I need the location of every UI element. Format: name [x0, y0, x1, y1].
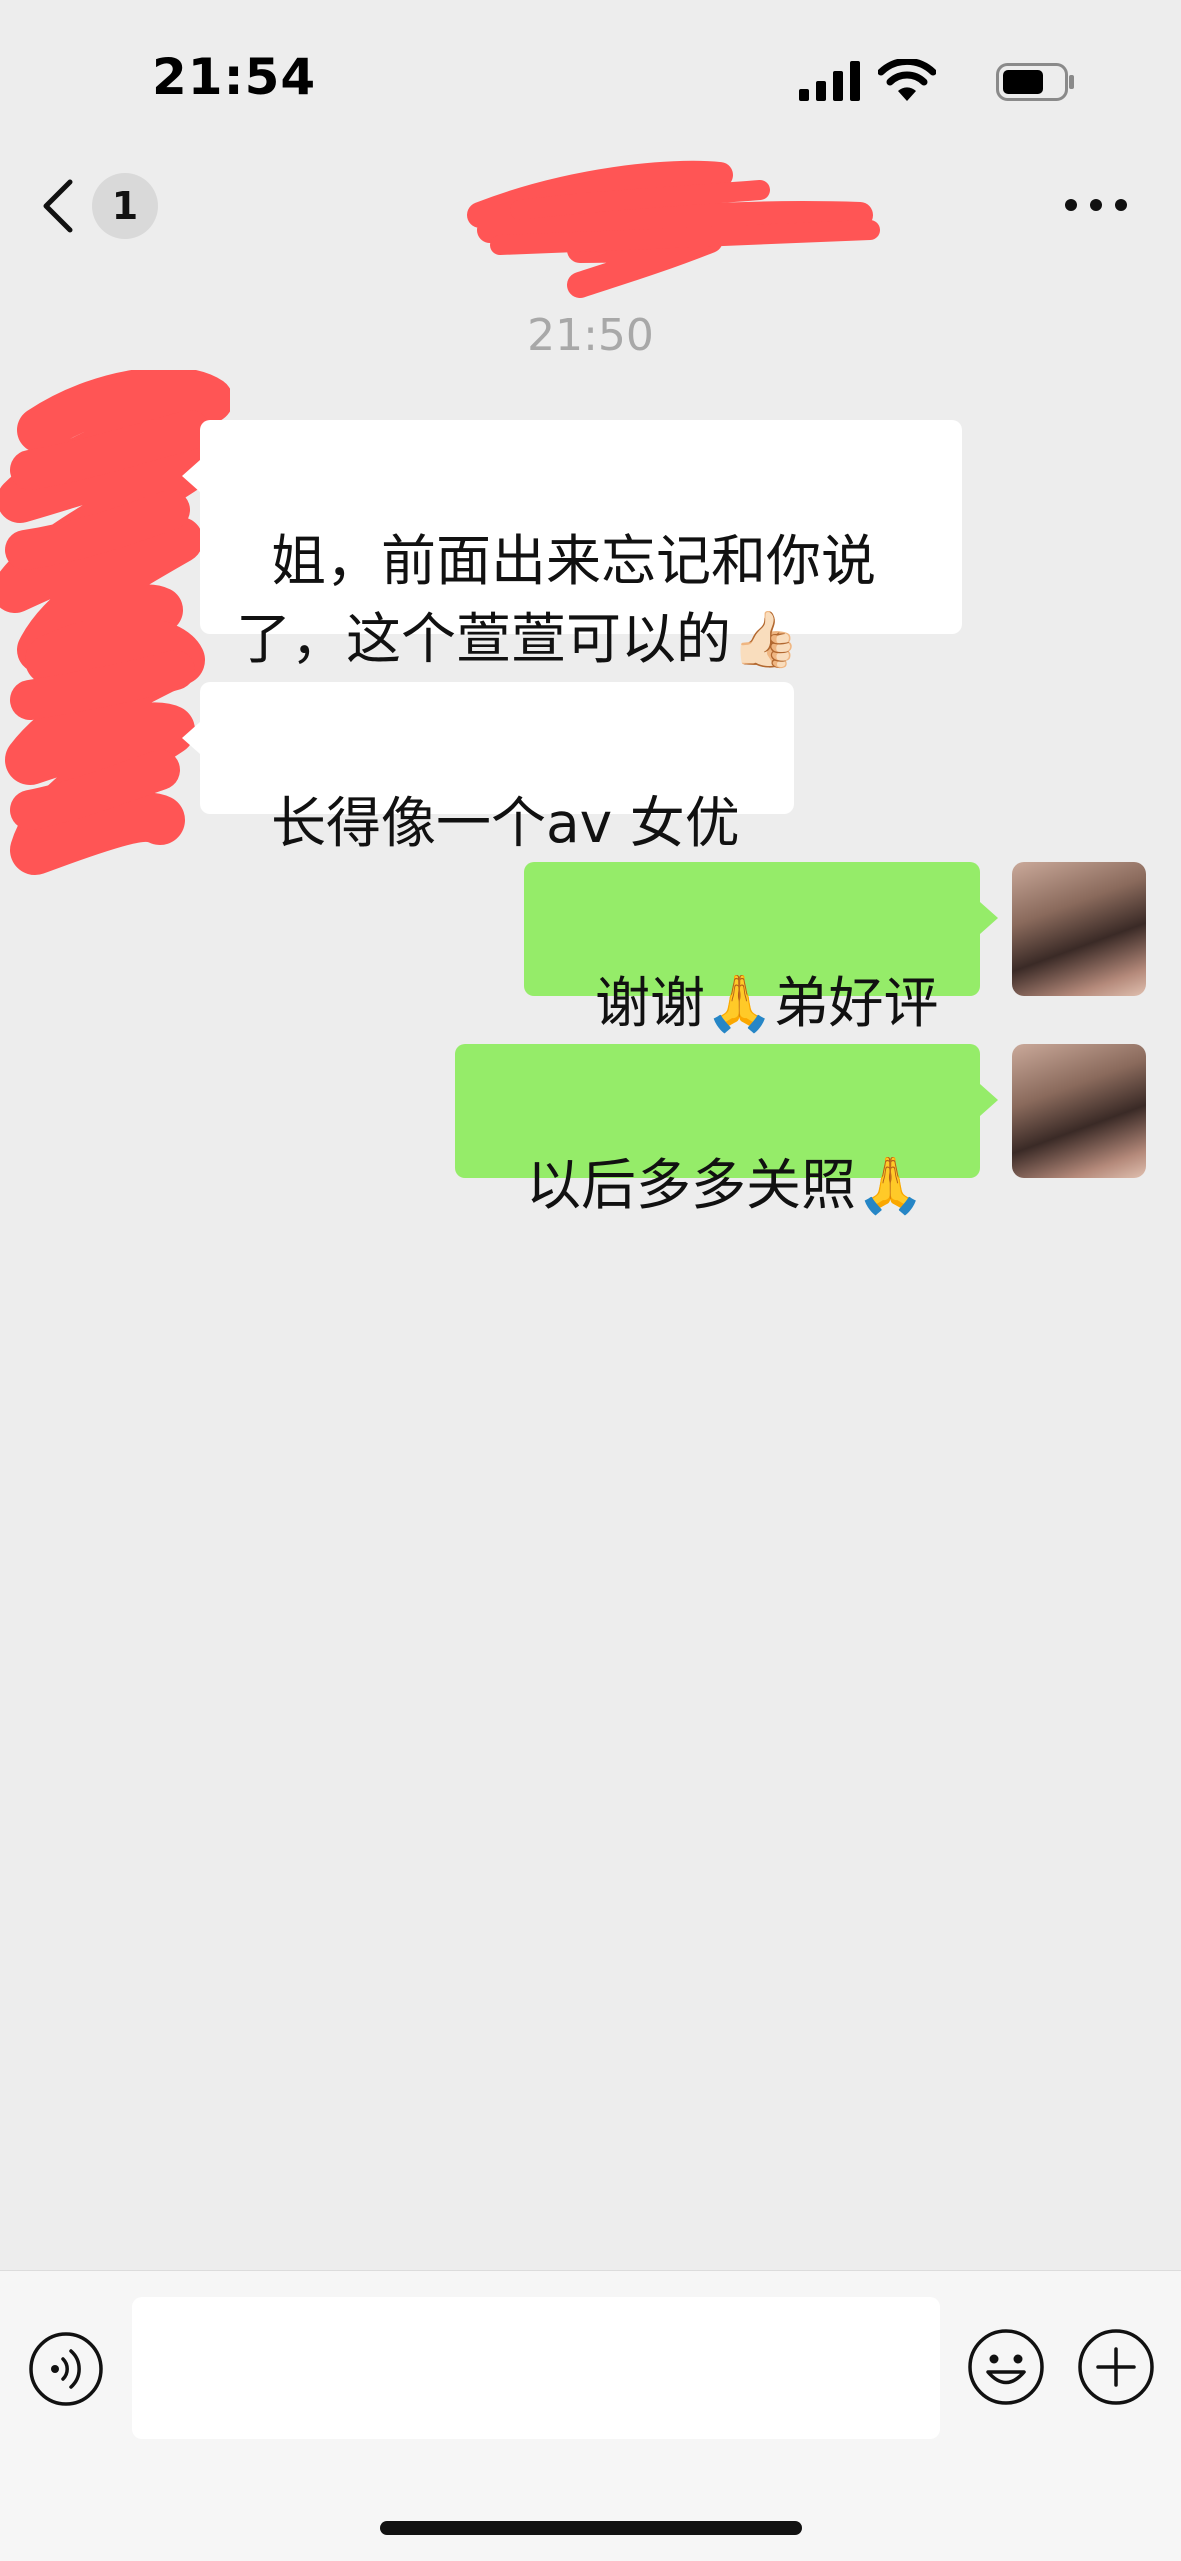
message-input-bar: [0, 2270, 1181, 2561]
cellular-signal-icon: [799, 61, 860, 101]
emoji-icon[interactable]: [966, 2327, 1046, 2407]
battery-icon: [996, 63, 1074, 101]
my-avatar[interactable]: [1012, 862, 1146, 996]
more-dots-icon[interactable]: [1061, 180, 1131, 230]
status-icons: [776, 55, 1076, 103]
chevron-left-icon: [43, 179, 73, 233]
status-bar: 21:54: [0, 0, 1181, 140]
outgoing-message-bubble[interactable]: 以后多多关照🙏: [455, 1044, 998, 1217]
message-text: 谢谢🙏弟好评: [594, 971, 939, 1035]
plus-circle-icon[interactable]: [1076, 2327, 1156, 2407]
my-avatar[interactable]: [1012, 1044, 1146, 1178]
message-text: 以后多多关照🙏: [525, 1153, 925, 1217]
home-indicator[interactable]: [380, 2521, 802, 2535]
wifi-icon: [878, 59, 936, 101]
message-text: 长得像一个av 女优: [270, 791, 740, 855]
back-button[interactable]: 1: [40, 170, 170, 242]
message-text: 姐，前面出来忘记和你说了，这个萱萱可以的👍🏻: [236, 529, 876, 671]
message-input[interactable]: [132, 2297, 940, 2439]
sender-avatar-redacted: [5, 620, 205, 875]
unread-count-badge: 1: [92, 173, 158, 239]
outgoing-message-bubble[interactable]: 谢谢🙏弟好评: [524, 862, 998, 1035]
incoming-message-bubble[interactable]: 姐，前面出来忘记和你说了，这个萱萱可以的👍🏻: [182, 420, 962, 671]
incoming-message-bubble[interactable]: 长得像一个av 女优: [182, 682, 794, 855]
chat-title-redacted: [467, 160, 880, 298]
voice-input-icon[interactable]: [28, 2331, 104, 2407]
message-timestamp: 21:50: [527, 310, 654, 361]
status-time: 21:54: [152, 48, 317, 106]
chat-header: 1: [0, 140, 1181, 298]
